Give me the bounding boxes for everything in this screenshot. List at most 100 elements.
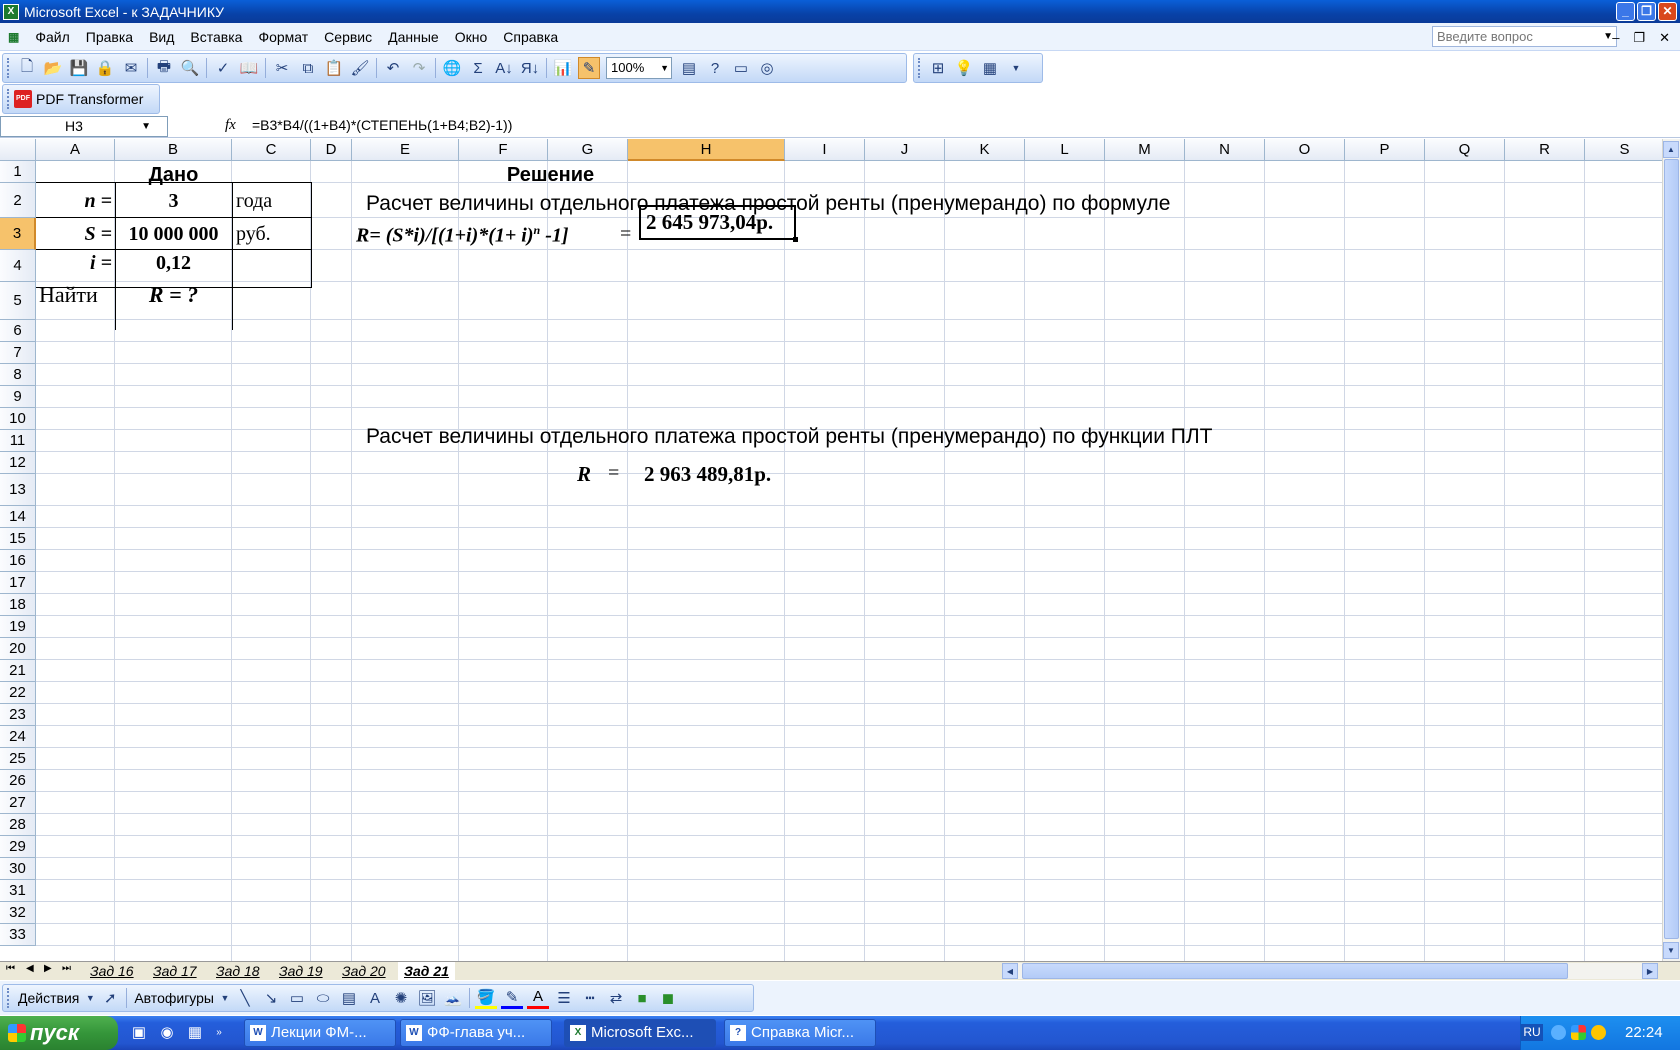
scroll-up-icon[interactable]: ▲ [1663,141,1679,158]
cell-E3-formula[interactable]: R= (S*i)/[(1+i)*(1+ i)n -1] [356,223,569,248]
row-header-7[interactable]: 7 [0,342,36,364]
cell-G13-label[interactable]: R [577,462,591,487]
table-icon[interactable]: ▤ [678,57,700,79]
chevron-down-icon[interactable]: ▼ [660,58,669,78]
column-header-m[interactable]: M [1105,139,1185,161]
help-search-input[interactable]: Введите вопрос ▼ [1432,26,1617,47]
name-box[interactable]: H3 ▼ [0,116,168,137]
oval-icon[interactable]: ⬭ [312,987,334,1009]
scroll-left-icon[interactable]: ◀ [1002,963,1018,979]
row-header-12[interactable]: 12 [0,452,36,474]
row-header-24[interactable]: 24 [0,726,36,748]
borders-icon[interactable]: ⊞ [927,57,949,79]
calculator-icon[interactable]: ▭ [730,57,752,79]
menu-window[interactable]: Окно [455,29,488,45]
column-header-j[interactable]: J [865,139,945,161]
row-header-19[interactable]: 19 [0,616,36,638]
vertical-scrollbar[interactable]: ▲ ▼ [1662,139,1680,961]
prev-sheet-icon[interactable]: ◀ [26,963,34,974]
column-header-r[interactable]: R [1505,139,1585,161]
cell-B1[interactable]: Дано [115,164,232,187]
column-header-q[interactable]: Q [1425,139,1505,161]
row-header-15[interactable]: 15 [0,528,36,550]
vertical-scroll-thumb[interactable] [1664,159,1679,939]
horizontal-scrollbar[interactable]: ◀ ▶ [1002,963,1658,979]
toolbar-grip[interactable] [7,988,11,1008]
clipart-icon[interactable]: 🖼 [416,987,438,1009]
column-header-k[interactable]: K [945,139,1025,161]
row-header-29[interactable]: 29 [0,836,36,858]
column-header-h[interactable]: H [628,139,785,161]
3d-icon[interactable]: ◼ [657,987,679,1009]
quicklaunch-more-icon[interactable]: » [210,1024,228,1042]
format-painter-icon[interactable]: 🖌 [349,57,371,79]
antivirus-icon[interactable] [1591,1025,1606,1040]
drawing-icon[interactable]: ✎ [578,57,600,79]
column-header-d[interactable]: D [311,139,352,161]
next-sheet-icon[interactable]: ▶ [44,963,52,974]
cell-G13-eq[interactable]: = [608,462,619,485]
scroll-down-icon[interactable]: ▼ [1663,942,1679,959]
media-icon[interactable]: ▦ [186,1024,204,1042]
task-help[interactable]: ? Справка Micr... [724,1019,876,1047]
column-header-b[interactable]: B [115,139,232,161]
sheet-tab-zad16[interactable]: Зад 16 [84,962,140,980]
cut-icon[interactable]: ✂ [271,57,293,79]
sheet-tab-zad17[interactable]: Зад 17 [147,962,203,980]
row-header-6[interactable]: 6 [0,320,36,342]
actions-menu[interactable]: Действия [18,990,79,1006]
email-icon[interactable]: ✉ [120,57,142,79]
row-header-8[interactable]: 8 [0,364,36,386]
row-header-21[interactable]: 21 [0,660,36,682]
menu-data[interactable]: Данные [388,29,439,45]
row-header-9[interactable]: 9 [0,386,36,408]
row-header-22[interactable]: 22 [0,682,36,704]
column-header-p[interactable]: P [1345,139,1425,161]
restore-button[interactable]: ❐ [1637,2,1656,21]
column-header-s[interactable]: S [1585,139,1662,161]
column-header-n[interactable]: N [1185,139,1265,161]
pdf-icon[interactable]: PDF [14,90,32,108]
menu-insert[interactable]: Вставка [190,29,242,45]
menu-edit[interactable]: Правка [86,29,133,45]
textbox-icon[interactable]: ▤ [338,987,360,1009]
row-header-20[interactable]: 20 [0,638,36,660]
row-header-16[interactable]: 16 [0,550,36,572]
row-header-2[interactable]: 2 [0,183,36,218]
permission-icon[interactable]: 🔒 [94,57,116,79]
menu-tools[interactable]: Сервис [324,29,372,45]
first-sheet-icon[interactable]: ⏮ [6,963,15,974]
worksheet-grid[interactable]: ABCDEFGHIJKLMNOPQRS 1 2 3 4 5 6 7 8 9 10 11 12 13 14 1… [0,139,1662,961]
cell-A3[interactable]: S = [36,223,112,246]
sheet-tab-zad21[interactable]: Зад 21 [398,962,455,980]
menu-help[interactable]: Справка [503,29,558,45]
toolbar-grip[interactable] [7,58,11,78]
column-header-f[interactable]: F [459,139,548,161]
row-header-28[interactable]: 28 [0,814,36,836]
cell-C3[interactable]: руб. [236,223,271,246]
row-header-32[interactable]: 32 [0,902,36,924]
cell-B3[interactable]: 10 000 000 [115,223,232,246]
tray-app-icon[interactable] [1571,1025,1586,1040]
sort-ascending-icon[interactable]: A↓ [493,57,515,79]
row-header-26[interactable]: 26 [0,770,36,792]
row-header-10[interactable]: 10 [0,408,36,430]
toolbar-grip[interactable] [7,89,11,109]
menu-file[interactable]: Файл [35,29,69,45]
arrow-style-icon[interactable]: ⇄ [605,987,627,1009]
pdf-transformer-button[interactable]: PDF Transformer [36,91,143,107]
print-preview-icon[interactable]: 🔍 [179,57,201,79]
fill-handle[interactable] [793,237,798,242]
row-header-18[interactable]: 18 [0,594,36,616]
language-indicator[interactable]: RU [1521,1024,1543,1041]
show-desktop-icon[interactable]: ▣ [130,1024,148,1042]
menu-view[interactable]: Вид [149,29,174,45]
workbook-restore-button[interactable]: ❐ [1633,30,1645,46]
row-header-30[interactable]: 30 [0,858,36,880]
cell-B4[interactable]: 0,12 [115,252,232,275]
save-icon[interactable]: 💾 [68,57,90,79]
cell-A5[interactable]: Найти [39,282,98,308]
row-header-25[interactable]: 25 [0,748,36,770]
row-header-3[interactable]: 3 [0,218,36,250]
workbook-icon[interactable]: ▦ [8,30,19,44]
